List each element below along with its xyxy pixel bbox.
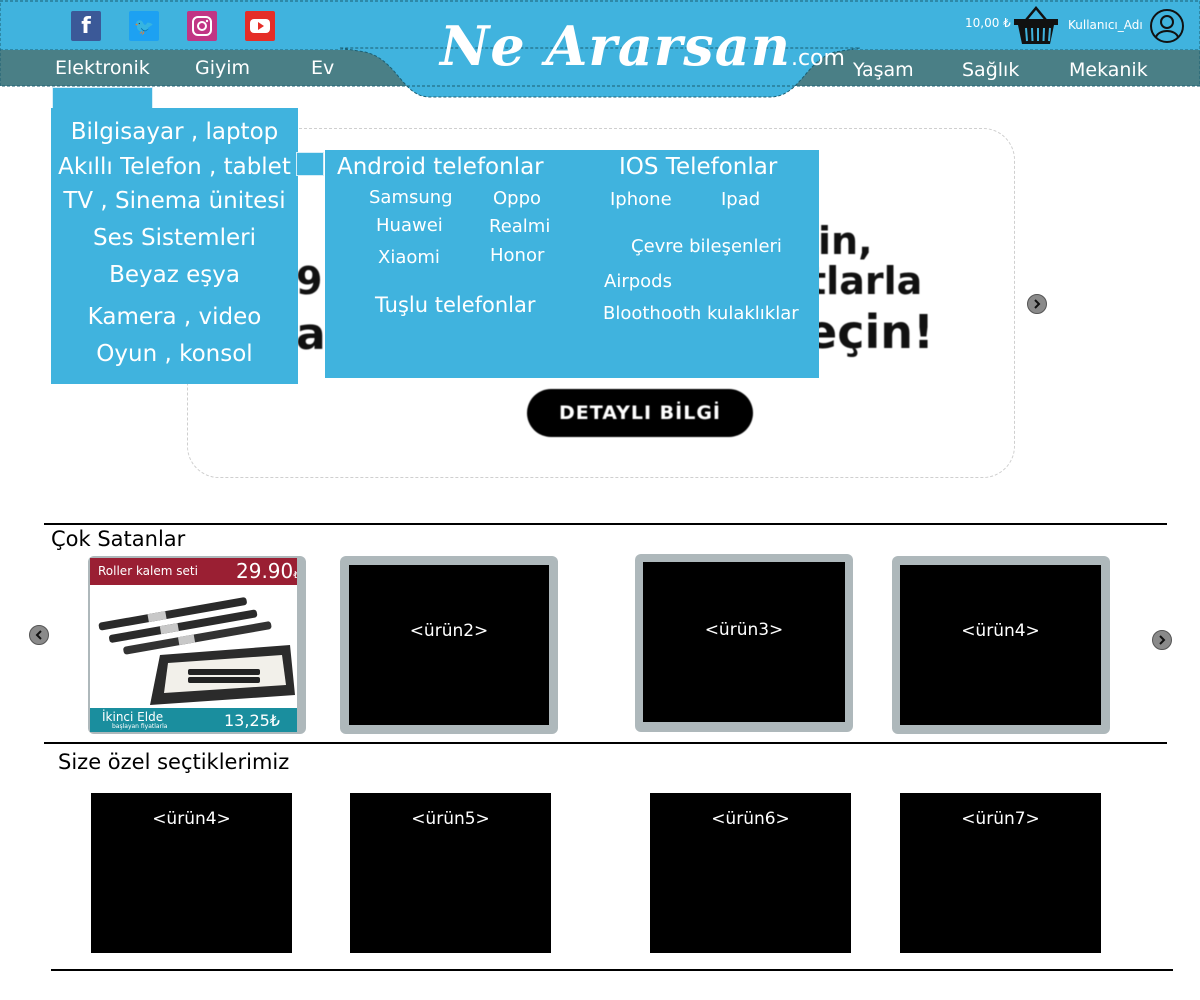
section-divider-top <box>44 523 1167 525</box>
site-logo[interactable]: Ne Ararsan.com <box>440 14 845 84</box>
featured-product-name: Roller kalem seti <box>98 564 198 578</box>
user-name[interactable]: Kullanıcı_Adı <box>1068 18 1143 32</box>
featured-card-content: Roller kalem seti 29.90₺ İkinci Elde baş… <box>90 558 297 732</box>
product-card-featured[interactable]: Roller kalem seti 29.90₺ İkinci Elde baş… <box>88 556 306 734</box>
brand-realmi[interactable]: Realmi <box>489 216 550 237</box>
menu-item-beyaz-esya[interactable]: Beyaz eşya <box>51 261 298 289</box>
brand-samsung[interactable]: Samsung <box>369 187 453 208</box>
logo-domain-text: .com <box>790 46 845 71</box>
product-label-2: <ürün2> <box>409 621 489 641</box>
instagram-icon[interactable] <box>187 11 217 41</box>
menu-item-kamera[interactable]: Kamera , video <box>51 303 298 331</box>
menu-item-ses[interactable]: Ses Sistemleri <box>51 224 298 252</box>
facebook-icon[interactable]: f <box>71 11 101 41</box>
banner-line-1: in, <box>818 219 873 263</box>
nav-saglik[interactable]: Sağlık <box>962 58 1019 82</box>
brand-honor[interactable]: Honor <box>490 245 544 266</box>
product-label-3: <ürün3> <box>704 620 784 640</box>
product-image-4: <ürün4> <box>900 565 1101 725</box>
pick-label-4: <ürün7> <box>961 809 1040 829</box>
product-card-2[interactable]: <ürün2> <box>340 556 558 734</box>
menu-item-oyun[interactable]: Oyun , konsol <box>51 340 298 368</box>
bluetooth-kulaklik[interactable]: Bloothooth kulaklıklar <box>603 303 799 324</box>
brand-oppo[interactable]: Oppo <box>493 188 541 209</box>
chevron-right-icon <box>1034 299 1041 309</box>
chevron-left-icon <box>35 630 42 640</box>
best-sellers-title: Çok Satanlar <box>51 527 186 551</box>
pen-set-image <box>98 597 295 705</box>
nav-mekanik[interactable]: Mekanik <box>1069 58 1148 82</box>
banner-line-2: tlarla <box>808 259 923 303</box>
best-sellers-next-button[interactable] <box>1152 630 1172 650</box>
best-sellers-prev-button[interactable] <box>29 625 49 645</box>
menu-item-akilli-telefon[interactable]: Akıllı Telefon , tablet <box>51 153 298 181</box>
menu-item-tv[interactable]: TV , Sinema ünitesi <box>51 187 298 215</box>
android-title[interactable]: Android telefonlar <box>337 154 544 180</box>
menu-item-bilgisayar[interactable]: Bilgisayar , laptop <box>51 118 298 146</box>
banner-line-3: eçin! <box>806 305 934 359</box>
ios-iphone[interactable]: Iphone <box>610 189 672 210</box>
pick-card-4[interactable]: <ürün7> <box>900 793 1101 953</box>
submenu-connector <box>296 152 324 176</box>
twitter-icon[interactable]: 🐦 <box>129 11 159 41</box>
banner-line-2-left: 9 <box>296 259 323 303</box>
product-card-4[interactable]: <ürün4> <box>892 556 1110 734</box>
user-avatar-icon[interactable] <box>1149 8 1185 44</box>
product-card-3[interactable]: <ürün3> <box>635 554 853 732</box>
tuslu-telefonlar[interactable]: Tuşlu telefonlar <box>375 293 536 317</box>
section-divider-middle <box>44 742 1167 744</box>
product-label-4: <ürün4> <box>961 621 1040 641</box>
logo-main-text: Ne Ararsan <box>440 14 791 78</box>
phone-submenu: Android telefonlar Samsung Oppo Huawei R… <box>325 150 819 378</box>
ios-title[interactable]: IOS Telefonlar <box>619 154 777 180</box>
product-image-3: <ürün3> <box>643 562 845 722</box>
product-image-2: <ürün2> <box>349 565 549 725</box>
pick-label-1: <ürün4> <box>152 809 231 829</box>
featured-second-label: İkinci Elde <box>102 710 164 724</box>
nav-giyim[interactable]: Giyim <box>195 56 250 80</box>
brand-huawei[interactable]: Huawei <box>376 215 443 236</box>
nav-ev[interactable]: Ev <box>311 56 334 80</box>
cevre-bilesenleri[interactable]: Çevre bileşenleri <box>631 236 782 257</box>
pick-card-3[interactable]: <ürün6> <box>650 793 851 953</box>
basket-icon[interactable] <box>1012 6 1060 46</box>
pick-label-3: <ürün6> <box>711 809 790 829</box>
pick-card-1[interactable]: <ürün4> <box>91 793 292 953</box>
featured-second-sub: başlayan fiyatlarla <box>112 723 168 730</box>
pick-card-2[interactable]: <ürün5> <box>350 793 551 953</box>
featured-second-price: 13,25₺ <box>224 711 280 730</box>
cart-total: 10,00 ₺ <box>965 16 1011 30</box>
brand-xiaomi[interactable]: Xiaomi <box>378 247 440 268</box>
banner-next-button[interactable] <box>1027 294 1047 314</box>
ios-ipad[interactable]: Ipad <box>721 189 760 210</box>
section-divider-bottom <box>51 969 1173 971</box>
category-menu: Bilgisayar , laptop Akıllı Telefon , tab… <box>51 108 298 384</box>
chevron-right-icon <box>1159 635 1166 645</box>
youtube-icon[interactable] <box>245 11 275 41</box>
airpods[interactable]: Airpods <box>604 271 672 292</box>
picks-title: Size özel seçtiklerimiz <box>58 750 290 774</box>
nav-elektronik[interactable]: Elektronik <box>55 56 150 80</box>
detail-button[interactable]: DETAYLI BİLGİ <box>527 389 753 437</box>
nav-yasam[interactable]: Yaşam <box>853 58 914 82</box>
pick-label-2: <ürün5> <box>411 809 490 829</box>
featured-product-price: 29.90₺ <box>236 559 297 583</box>
